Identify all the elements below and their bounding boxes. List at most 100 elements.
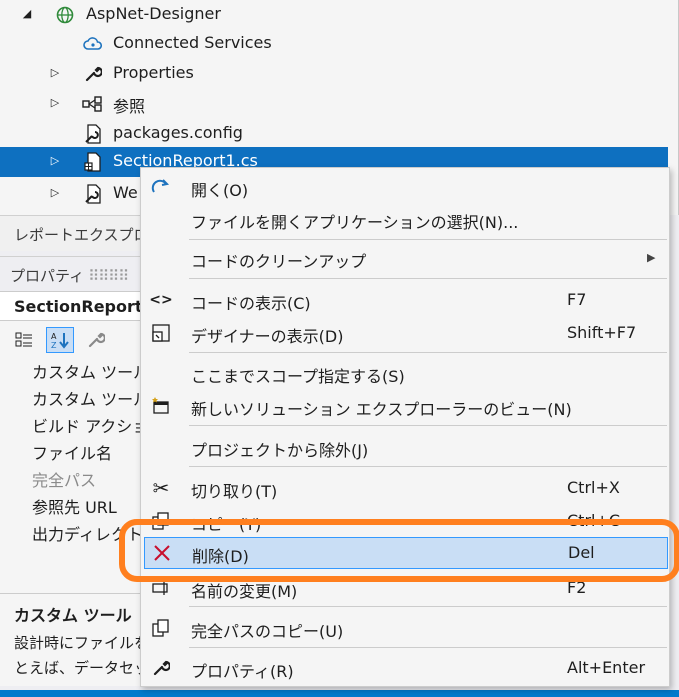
menu-item-delete[interactable]: 削除(D) Del: [144, 537, 668, 569]
menu-item-view-designer[interactable]: デザイナーの表示(D) Shift+F7: [141, 317, 669, 349]
menu-item-label: ここまでスコープ指定する(S): [191, 367, 405, 386]
property-row-custom-tool[interactable]: カスタム ツール: [0, 355, 140, 382]
cloud-icon: [82, 33, 104, 55]
tree-item-connected-services[interactable]: Connected Services: [0, 29, 668, 59]
menu-item-label: 新しいソリューション エクスプローラーのビュー(N): [191, 400, 572, 419]
menu-item-shortcut: Shift+F7: [567, 323, 637, 342]
property-pages-wrench-icon[interactable]: [82, 327, 110, 353]
property-row-build-action[interactable]: ビルド アクション: [0, 409, 140, 436]
menu-item-shortcut: F7: [567, 290, 587, 309]
menu-item-view-code[interactable]: <> コードの表示(C) F7: [141, 284, 669, 316]
properties-panel: プロパティ⠿⠿⠿⠿ SectionReport1.cs AZ カスタム ツール …: [0, 256, 140, 686]
menu-item-label: 切り取り(T): [191, 482, 278, 501]
categorized-icon[interactable]: [10, 327, 38, 353]
copy-path-icon: [149, 617, 173, 639]
menu-item-shortcut: Ctrl+C: [567, 511, 621, 530]
menu-item-copy[interactable]: コピー(Y) Ctrl+C: [141, 505, 669, 537]
properties-object-selector[interactable]: SectionReport1.cs: [0, 291, 140, 321]
collapsed-caret-icon[interactable]: ▷: [48, 96, 62, 109]
menu-separator: [189, 606, 667, 607]
properties-titlebar[interactable]: プロパティ ⠿⠿⠿⠿: [0, 257, 140, 291]
menu-item-shortcut: F2: [567, 578, 587, 597]
svg-text:Z: Z: [51, 341, 57, 349]
menu-separator: [189, 278, 667, 279]
description-line: 設計時にファイルを変換する: [14, 634, 140, 652]
submenu-arrow-icon: ▶: [647, 251, 656, 264]
menu-item-label: コードの表示(C): [191, 294, 311, 313]
globe-icon: [54, 4, 76, 26]
references-icon: [82, 93, 104, 115]
properties-toolbar: AZ: [0, 321, 140, 355]
wrench-icon: [149, 657, 173, 679]
menu-item-cut[interactable]: ✂ 切り取り(T) Ctrl+X: [141, 472, 669, 504]
menu-item-properties[interactable]: プロパティ(R) Alt+Enter: [141, 652, 669, 684]
code-icon: <>: [149, 292, 173, 308]
wrench-icon: [82, 63, 104, 85]
menu-item-shortcut: Alt+Enter: [567, 658, 646, 677]
collapsed-caret-icon[interactable]: ▷: [48, 154, 62, 167]
tree-item-label: Connected Services: [113, 33, 272, 52]
menu-item-label: コードのクリーンアップ: [191, 252, 367, 271]
config-file-icon: [82, 183, 104, 205]
menu-item-shortcut: Ctrl+X: [567, 478, 620, 497]
description-title: カスタム ツール: [14, 606, 132, 625]
menu-item-open-with[interactable]: ファイルを開くアプリケーションの選択(N)...: [141, 203, 669, 235]
delete-x-icon: [150, 542, 174, 564]
status-bar: [0, 690, 679, 697]
open-arrow-icon: [149, 176, 173, 198]
grip-icon[interactable]: ⠿⠿⠿⠿: [88, 267, 129, 285]
property-row-custom-tool-namespace[interactable]: カスタム ツールの名前空間: [0, 382, 140, 409]
tree-item-properties[interactable]: ▷ Properties: [0, 59, 668, 89]
menu-item-open[interactable]: 開く(O): [141, 171, 669, 203]
property-description: カスタム ツール 設計時にファイルを変換する とえば、データセット: [0, 593, 140, 685]
menu-item-code-cleanup[interactable]: コードのクリーンアップ ▶: [141, 242, 669, 274]
copy-icon: [149, 510, 173, 532]
scissors-icon: ✂: [152, 476, 170, 500]
svg-text:A: A: [51, 332, 57, 341]
tree-item-label: Properties: [113, 63, 194, 82]
tree-item-project[interactable]: ◢ AspNet-Designer: [0, 0, 668, 30]
menu-item-label: 削除(D): [192, 547, 249, 566]
menu-item-copy-full-path[interactable]: 完全パスのコピー(U): [141, 612, 669, 644]
menu-item-shortcut: Del: [568, 543, 595, 562]
tree-item-label: packages.config: [113, 123, 243, 142]
designer-icon: [149, 322, 173, 344]
menu-item-label: デザイナーの表示(D): [191, 327, 344, 346]
menu-item-label: 開く(O): [191, 181, 249, 200]
menu-separator: [189, 466, 667, 467]
menu-separator: [189, 352, 667, 353]
menu-item-exclude-from-project[interactable]: プロジェクトから除外(J): [141, 431, 669, 463]
report-file-icon: [82, 151, 104, 173]
expanded-caret-icon[interactable]: ◢: [20, 7, 34, 20]
menu-separator: [189, 647, 667, 648]
tree-item-label: 参照: [113, 97, 146, 116]
property-row-reference-url[interactable]: 参照先 URL: [0, 490, 140, 517]
property-row-output-directory[interactable]: 出力ディレクトリ: [0, 517, 140, 544]
tree-item-references[interactable]: ▷ 参照: [0, 89, 668, 119]
alphabetical-sort-icon[interactable]: AZ: [46, 327, 74, 353]
menu-item-label: プロジェクトから除外(J): [191, 441, 369, 460]
report-explorer-tab[interactable]: レポートエクスプローラー: [0, 215, 140, 251]
menu-item-new-explorer-view[interactable]: 新しいソリューション エクスプローラーのビュー(N): [141, 390, 669, 422]
collapsed-caret-icon[interactable]: ▷: [48, 186, 62, 199]
menu-item-label: コピー(Y): [191, 515, 262, 534]
menu-item-rename[interactable]: 名前の変更(M) F2: [141, 572, 669, 604]
new-view-icon: [149, 395, 173, 417]
tree-item-label: AspNet-Designer: [86, 4, 221, 23]
property-row-file-name[interactable]: ファイル名: [0, 436, 140, 463]
menu-item-label: ファイルを開くアプリケーションの選択(N)...: [191, 213, 519, 232]
config-file-icon: [82, 123, 104, 145]
menu-item-label: 完全パスのコピー(U): [191, 622, 344, 641]
context-menu: 開く(O) ファイルを開くアプリケーションの選択(N)... コードのクリーンア…: [140, 167, 670, 687]
collapsed-caret-icon[interactable]: ▷: [48, 66, 62, 79]
tree-item-label: We: [113, 183, 138, 202]
properties-title: プロパティ: [10, 267, 85, 285]
property-row-full-path[interactable]: 完全パス: [0, 463, 140, 490]
rename-icon: [149, 577, 173, 599]
menu-separator: [189, 425, 667, 426]
menu-item-label: プロパティ(R): [191, 662, 294, 681]
menu-item-scope-to-this[interactable]: ここまでスコープ指定する(S): [141, 357, 669, 389]
menu-separator: [189, 239, 667, 240]
tree-item-packages-config[interactable]: packages.config: [0, 119, 668, 149]
menu-item-label: 名前の変更(M): [191, 582, 298, 601]
